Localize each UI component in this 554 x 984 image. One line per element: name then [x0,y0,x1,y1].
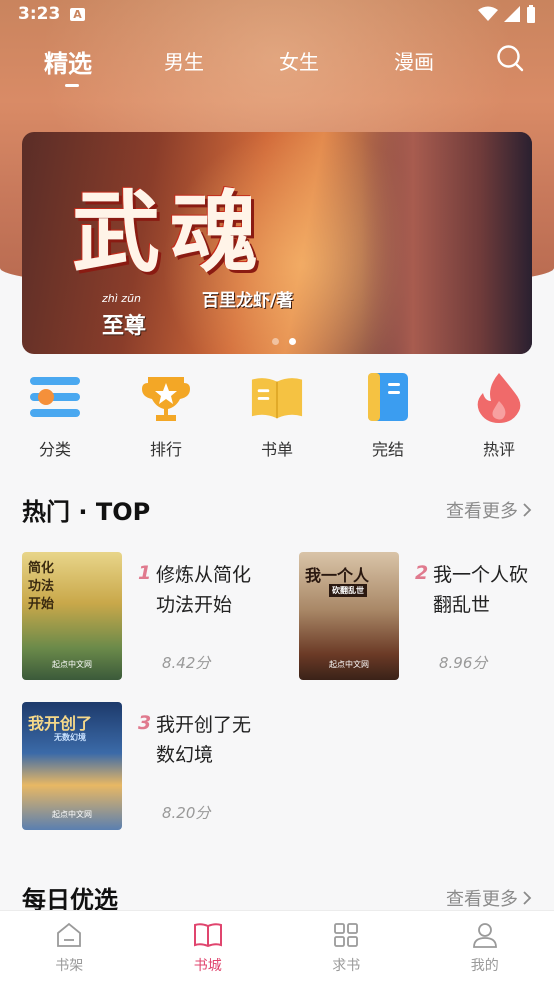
category-label: 热评 [482,440,515,459]
tab-featured[interactable]: 精选 [44,44,92,79]
category-label: 完结 [371,440,404,459]
category-item-classify[interactable]: 分类 [20,370,90,460]
nav-request[interactable]: 求书 [277,911,416,984]
view-more-label: 查看更多 [446,888,518,910]
nav-label: 书架 [55,958,84,974]
signal-icon [504,6,520,22]
rank-number: 2 [415,562,429,584]
tab-active-indicator [65,84,79,87]
nav-label: 求书 [332,958,361,974]
book-score: 8.20分 [162,804,211,822]
status-time: 3:23 [18,4,61,24]
nav-profile[interactable]: 我的 [416,911,554,984]
book-card[interactable]: 简化功法开始 起点中文网 1 修炼从简化功法开始 8.42分 [22,552,262,682]
category-item-booklist[interactable]: 书单 [242,370,312,460]
bottom-navigation: 书架 书城 求书 我的 [0,910,554,984]
category-shortcuts: 分类 排行 书单 完结 热评 [0,370,554,460]
banner-author: 百里龙虾/著 [202,291,294,311]
category-item-ranking[interactable]: 排行 [131,370,201,460]
sim-indicator: A [70,7,85,21]
banner-pinyin: zhì zūn [102,292,142,305]
category-icon [30,377,80,417]
category-label: 书单 [260,440,293,459]
cover-publisher: 起点中文网 [52,810,92,819]
cover-publisher: 起点中文网 [52,660,92,669]
status-bar: 3:23 A [0,0,554,28]
category-label: 排行 [149,440,182,459]
tab-comics[interactable]: 漫画 [394,46,434,75]
battery-icon [527,5,535,23]
rank-number: 3 [138,712,152,734]
book-title: 修炼从简化功法开始 [156,564,252,616]
book-card[interactable]: 我开创了 无数幻境 起点中文网 3 我开创了无数幻境 8.20分 [22,702,262,832]
booklist-icon [251,378,303,419]
book-score: 8.42分 [162,654,211,672]
book-title: 我开创了无数幻境 [156,714,252,766]
channel-tabs: 精选 男生 女生 漫画 [0,36,554,96]
cover-publisher: 起点中文网 [329,660,369,669]
nav-label: 书城 [193,958,222,974]
nav-bookshelf[interactable]: 书架 [0,911,139,984]
trophy-icon [142,377,190,421]
promo-banner[interactable]: 武魂 zhì zūn 至尊 百里龙虾/著 [22,132,532,354]
nav-bookstore[interactable]: 书城 [139,911,278,984]
search-icon[interactable] [496,44,524,72]
book-card[interactable]: 我一个人 砍翻乱世 起点中文网 2 我一个人砍翻乱世 8.96分 [299,552,539,682]
fire-icon [477,373,521,423]
book-cover[interactable]: 我开创了 无数幻境 起点中文网 [22,702,122,830]
banner-dot-active[interactable] [289,338,296,345]
tab-male[interactable]: 男生 [164,46,204,75]
bookstore-icon [193,923,222,948]
hot-section-header: 热门 · TOP 查看更多 [22,492,532,527]
cover-title: 简化功法开始 [28,561,55,612]
view-more-link[interactable]: 查看更多 [446,885,532,911]
book-score: 8.96分 [439,654,488,672]
cover-title: 我开创了 [28,714,93,733]
wifi-icon [478,6,498,21]
category-label: 分类 [38,440,71,459]
book-title: 我一个人砍翻乱世 [433,564,529,616]
book-cover[interactable]: 简化功法开始 起点中文网 [22,552,122,680]
rank-number: 1 [138,562,152,584]
tab-female[interactable]: 女生 [279,46,319,75]
profile-icon [472,923,497,948]
banner-dot[interactable] [272,338,279,345]
cover-subtitle: 砍翻乱世 [329,584,367,597]
banner-subtitle: 至尊 [102,314,147,339]
banner-character-art [362,132,532,354]
view-more-link[interactable]: 查看更多 [446,497,532,523]
chevron-right-icon [523,502,532,517]
banner-title: 武魂 [72,180,269,284]
book-cover[interactable]: 我一个人 砍翻乱世 起点中文网 [299,552,399,680]
view-more-label: 查看更多 [446,500,518,522]
category-item-finished[interactable]: 完结 [353,370,423,460]
cover-title: 我一个人 [305,566,370,585]
section-title: 热门 · TOP [22,498,151,526]
nav-label: 我的 [470,958,499,974]
finished-icon [368,373,408,421]
chevron-right-icon [523,890,532,905]
cover-subtitle: 无数幻境 [54,732,86,742]
category-item-hot-reviews[interactable]: 热评 [464,370,534,460]
request-icon [334,923,359,947]
banner-pager [272,338,296,345]
bookshelf-icon [57,922,82,947]
